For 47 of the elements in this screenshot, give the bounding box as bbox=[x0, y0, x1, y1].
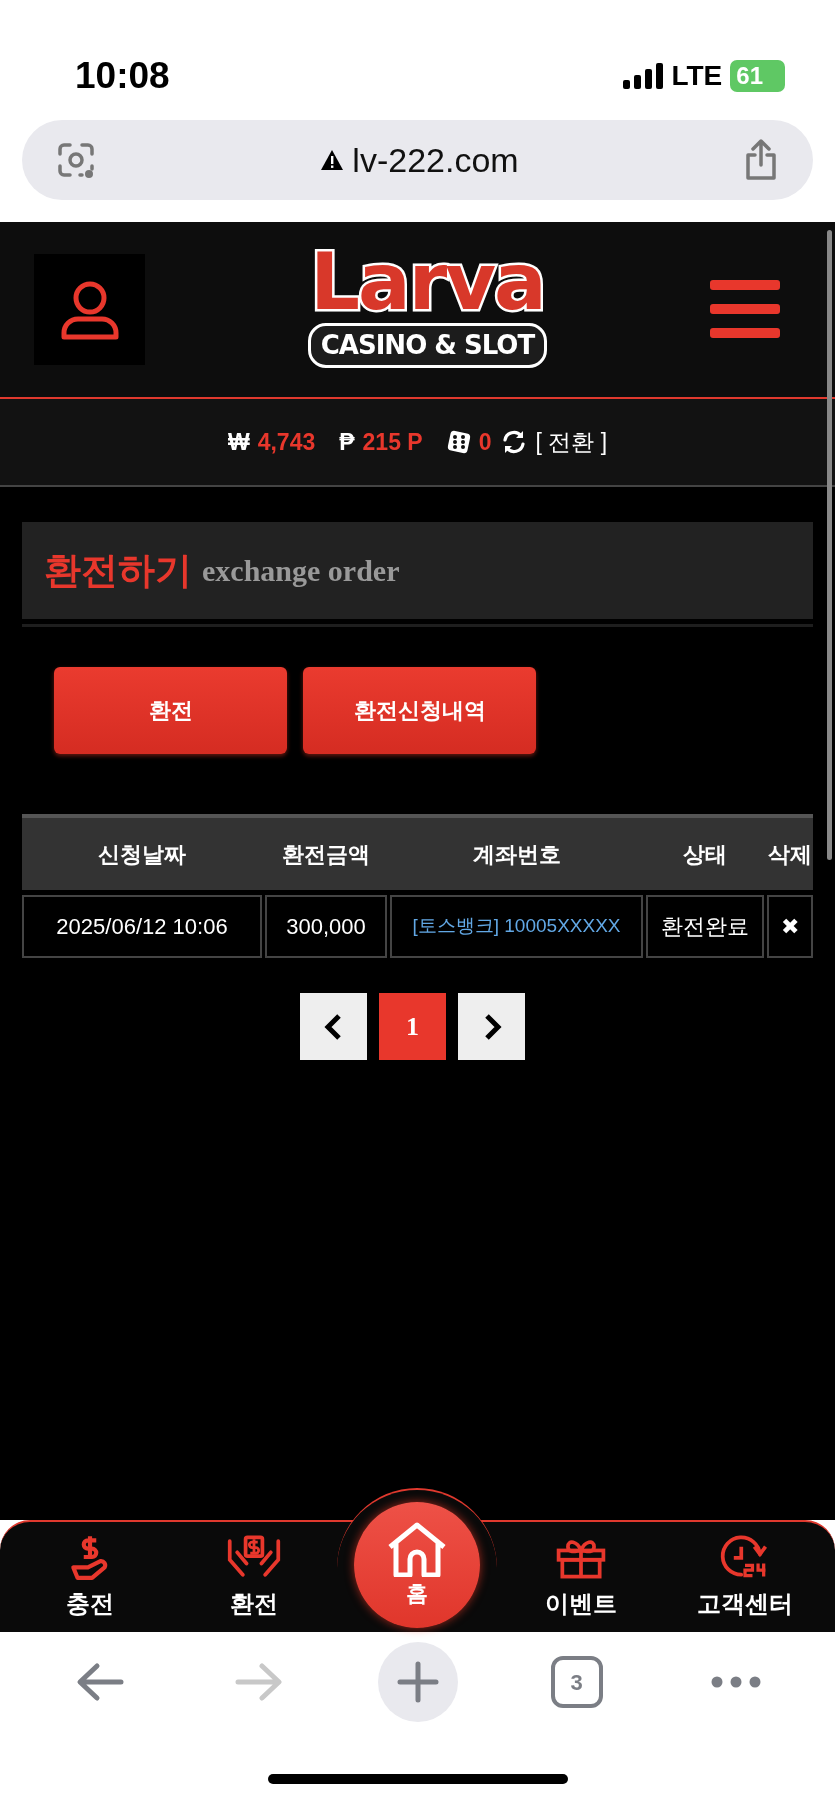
event-nav-item[interactable]: 이벤트 bbox=[506, 1520, 657, 1632]
account-button[interactable] bbox=[34, 254, 145, 365]
clock-time: 10:08 bbox=[75, 54, 170, 99]
currency-symbol: ₩ bbox=[227, 427, 250, 457]
next-page-button[interactable] bbox=[458, 993, 525, 1060]
page-button[interactable]: 1 bbox=[379, 993, 446, 1060]
column-header: 신청날짜 bbox=[97, 840, 187, 869]
battery-level: 61 bbox=[730, 60, 785, 92]
table-cell: [토스뱅크] 10005XXXXX bbox=[390, 895, 643, 958]
tab-count-button[interactable]: 3 bbox=[550, 1656, 603, 1708]
column-header: 상태 bbox=[682, 840, 728, 869]
cash-balance: 4,743 bbox=[257, 427, 316, 457]
chip-balance: 0 bbox=[478, 427, 492, 457]
signal-icon bbox=[623, 63, 664, 89]
column-header: 계좌번호 bbox=[471, 840, 562, 869]
logo-subtitle: CASINO & SLOT bbox=[307, 323, 548, 368]
url-text: lv-222.com bbox=[352, 139, 519, 181]
delete-button[interactable]: ✖ bbox=[767, 895, 813, 958]
chevron-left-icon bbox=[323, 1012, 344, 1041]
section-subtitle: exchange order bbox=[202, 553, 400, 589]
dice-icon bbox=[446, 430, 471, 454]
column-header: 삭제 bbox=[767, 840, 813, 869]
column-header: 환전금액 bbox=[281, 840, 371, 869]
warning-icon bbox=[320, 149, 345, 171]
plus-icon bbox=[396, 1661, 439, 1703]
deposit-nav-item[interactable]: 충전 bbox=[14, 1520, 165, 1632]
table-cell: 300,000 bbox=[265, 895, 387, 958]
more-icon bbox=[710, 1676, 761, 1688]
address-bar[interactable]: lv-222.com bbox=[22, 120, 813, 200]
point-symbol: ₱ bbox=[339, 427, 355, 457]
logo-title: Larva bbox=[310, 243, 545, 321]
home-nav-button[interactable]: 홈 bbox=[354, 1502, 481, 1628]
arrow-right-icon bbox=[233, 1662, 284, 1702]
previous-page-button[interactable] bbox=[300, 993, 367, 1060]
camera-search-icon[interactable] bbox=[56, 140, 96, 180]
table-cell: 환전완료 bbox=[646, 895, 764, 958]
menu-icon[interactable] bbox=[710, 279, 780, 340]
history-button[interactable]: 환전신청내역 bbox=[303, 667, 536, 754]
exchange-button[interactable]: 환전 bbox=[54, 667, 287, 754]
support-nav-item[interactable]: 고객센터 bbox=[670, 1520, 821, 1632]
share-icon[interactable] bbox=[743, 139, 779, 181]
point-balance: 215 P bbox=[362, 427, 423, 457]
table-cell: 2025/06/12 10:06 bbox=[22, 895, 262, 958]
network-label: LTE bbox=[671, 59, 723, 93]
withdraw-nav-item[interactable]: 환전 bbox=[178, 1520, 329, 1632]
convert-link[interactable]: [ 전환 ] bbox=[535, 424, 608, 460]
section-title: 환전하기 bbox=[44, 548, 192, 593]
